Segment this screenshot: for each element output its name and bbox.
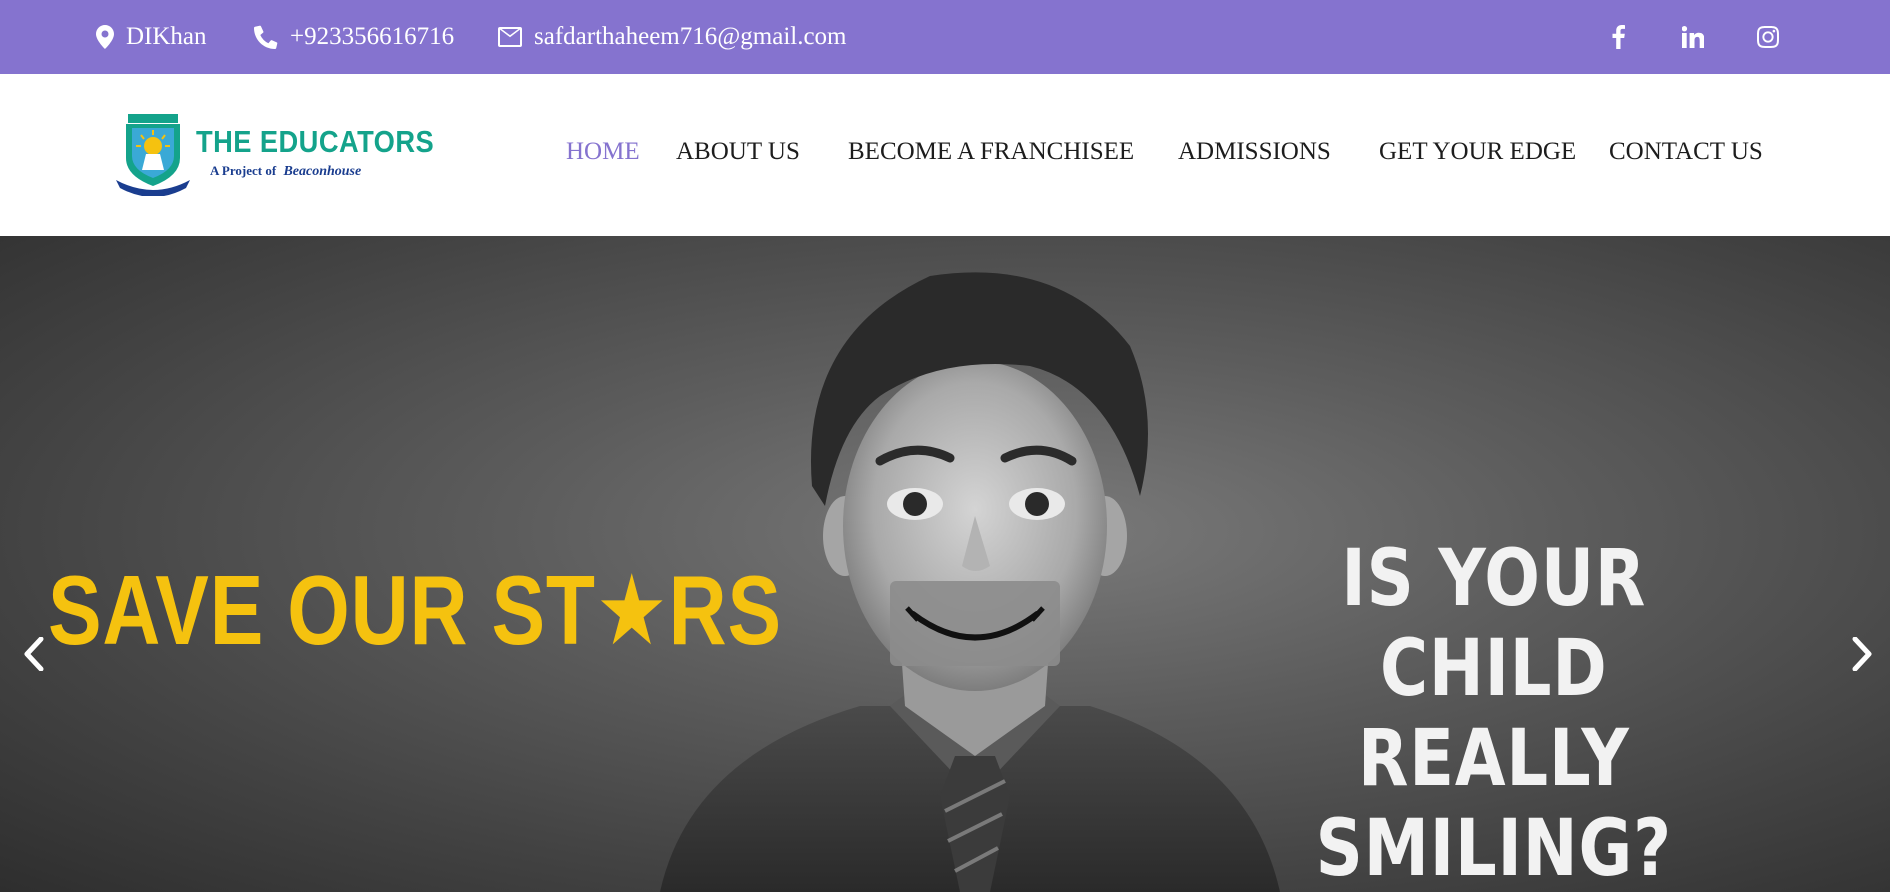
- hero-headline-right: IS YOUR CHILD REALLY SMILING?: [1225, 534, 1763, 892]
- phone-text: +923356616716: [290, 23, 455, 50]
- logo-subtitle: A Project of Beaconhouse: [210, 163, 361, 180]
- envelope-icon: [498, 27, 522, 47]
- linkedin-link[interactable]: [1673, 0, 1713, 74]
- phone-icon: [254, 25, 278, 49]
- hero-headline-left: SAVE OUR ST★RS: [48, 555, 782, 665]
- email-link[interactable]: safdarthaheem716@gmail.com: [498, 0, 847, 74]
- email-text: safdarthaheem716@gmail.com: [534, 23, 847, 50]
- logo-title: THE EDUCATORS: [196, 124, 435, 159]
- nav-become-a-franchisee[interactable]: BECOME A FRANCHISEE: [848, 138, 1134, 166]
- slider-prev-button[interactable]: [16, 626, 52, 682]
- nav-get-your-edge[interactable]: GET YOUR EDGE: [1379, 138, 1576, 166]
- nav-about-us[interactable]: ABOUT US: [676, 138, 800, 166]
- site-logo[interactable]: THE EDUCATORS A Project of Beaconhouse: [116, 114, 434, 196]
- slider-next-button[interactable]: [1844, 626, 1880, 682]
- facebook-icon: [1612, 25, 1625, 49]
- phone-link[interactable]: +923356616716: [254, 0, 454, 74]
- nav-contact-us[interactable]: CONTACT US: [1609, 138, 1763, 166]
- chevron-right-icon: [1852, 637, 1872, 671]
- chevron-left-icon: [24, 637, 44, 671]
- hero-headline-right-line1: IS YOUR CHILD: [1341, 534, 1647, 714]
- instagram-link[interactable]: [1748, 0, 1788, 74]
- site-header: THE EDUCATORS A Project of Beaconhouse H…: [0, 74, 1890, 236]
- logo-subtitle-prefix: A Project of: [210, 163, 277, 178]
- logo-subtitle-brand: Beaconhouse: [283, 164, 362, 179]
- hero-headline-right-line2: REALLY SMILING?: [1315, 714, 1672, 892]
- top-contact-bar: DIKhan +923356616716 safdarthaheem716@gm…: [0, 0, 1890, 74]
- location-text: DIKhan: [126, 23, 207, 50]
- nav-admissions[interactable]: ADMISSIONS: [1178, 138, 1331, 166]
- educators-crest-icon: [116, 114, 190, 196]
- nav-home[interactable]: HOME: [566, 138, 640, 166]
- hero-slider: SAVE OUR ST★RS IS YOUR CHILD REALLY SMIL…: [0, 236, 1890, 892]
- map-pin-icon: [96, 25, 114, 49]
- instagram-icon: [1757, 26, 1779, 48]
- location-link[interactable]: DIKhan: [96, 0, 207, 74]
- linkedin-icon: [1682, 26, 1704, 48]
- facebook-link[interactable]: [1598, 0, 1638, 74]
